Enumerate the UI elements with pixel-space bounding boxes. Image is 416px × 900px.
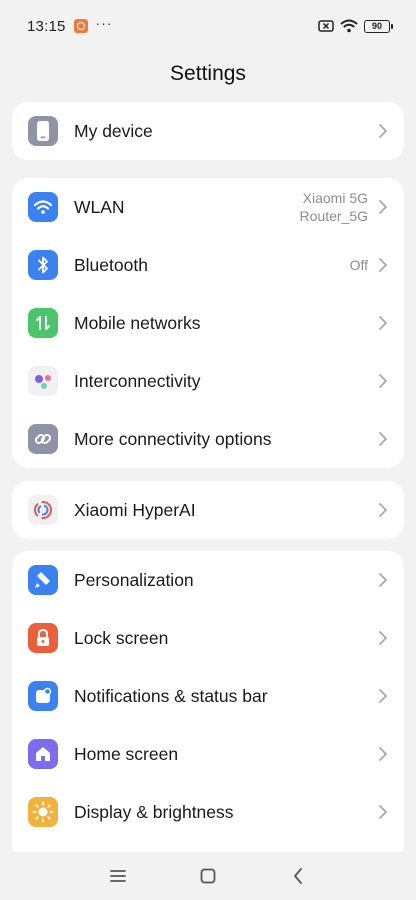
status-time: 13:15 [27,17,66,35]
phone-icon [28,116,58,146]
mobile-data-icon [28,308,58,338]
chevron-right-icon [379,573,387,587]
chevron-right-icon [379,747,387,761]
chevron-right-icon [379,258,387,272]
interconnectivity-icon [28,366,58,396]
back-button[interactable] [286,864,310,888]
settings-group-connectivity: WLAN Xiaomi 5G Router_5G Bluetooth Off M… [12,178,404,468]
row-xiaomi-hyperai[interactable]: Xiaomi HyperAI [12,481,404,539]
row-mobile-networks[interactable]: Mobile networks [12,294,404,352]
bluetooth-status: Off [349,257,368,273]
home-icon [28,739,58,769]
row-label: Interconnectivity [74,370,201,391]
wifi-icon [28,192,58,222]
back-icon [294,868,302,884]
notification-icon [28,681,58,711]
chevron-right-icon [379,805,387,819]
chevron-right-icon [379,689,387,703]
row-notifications-status-bar[interactable]: Notifications & status bar [12,667,404,725]
row-more-connectivity[interactable]: More connectivity options [12,410,404,468]
menu-button[interactable] [106,864,130,888]
row-label: Mobile networks [74,312,201,333]
wifi-status-icon [340,19,358,33]
header: Settings [0,52,416,96]
row-lock-screen[interactable]: Lock screen [12,609,404,667]
chevron-right-icon [379,124,387,138]
row-label: Notifications & status bar [74,685,268,706]
settings-group-personalization: Personalization Lock screen Notification… [12,551,404,852]
row-personalization[interactable]: Personalization [12,551,404,609]
chevron-right-icon [379,316,387,330]
app-notification-icon [73,19,88,33]
chevron-right-icon [379,503,387,517]
battery-indicator: 90 [364,19,393,33]
row-wlan[interactable]: WLAN Xiaomi 5G Router_5G [12,178,404,236]
chevron-right-icon [379,631,387,645]
settings-screen: 13:15 ··· 90 Settings My device WLAN Xia… [0,0,416,900]
row-label: Xiaomi HyperAI [74,499,196,520]
row-label: Home screen [74,743,179,764]
page-title: Settings [170,62,246,85]
row-home-screen[interactable]: Home screen [12,725,404,783]
chevron-right-icon [379,374,387,388]
row-label: Lock screen [74,627,169,648]
bluetooth-icon [28,250,58,280]
row-bluetooth[interactable]: Bluetooth Off [12,236,404,294]
wlan-network-line2: Router_5G [299,208,368,224]
row-label: Display & brightness [74,801,234,822]
row-label: My device [74,120,153,141]
hyperai-icon [28,495,58,525]
row-display-brightness[interactable]: Display & brightness [12,783,404,841]
chevron-right-icon [379,200,387,214]
row-my-device[interactable]: My device [12,102,404,160]
row-label: WLAN [74,196,125,217]
wlan-network-value: Xiaomi 5G Router_5G [300,189,368,225]
settings-list[interactable]: My device WLAN Xiaomi 5G Router_5G Bluet… [0,100,416,852]
row-label: More connectivity options [74,428,272,449]
settings-group-device: My device [12,102,404,160]
home-button[interactable] [196,864,220,888]
more-notifications-icon: ··· [95,15,113,31]
chevron-right-icon [379,432,387,446]
settings-group-ai: Xiaomi HyperAI [12,481,404,539]
home-button-icon [200,868,216,884]
link-icon [28,424,58,454]
sun-icon [28,797,58,827]
row-interconnectivity[interactable]: Interconnectivity [12,352,404,410]
menu-icon [110,870,126,882]
wlan-network-line1: Xiaomi 5G [302,190,368,206]
lock-icon [28,623,58,653]
no-sim-icon [318,20,334,32]
row-label: Personalization [74,569,194,590]
navigation-bar [0,852,416,900]
row-label: Bluetooth [74,254,148,275]
status-bar: 13:15 ··· 90 [0,0,416,52]
brush-icon [28,565,58,595]
